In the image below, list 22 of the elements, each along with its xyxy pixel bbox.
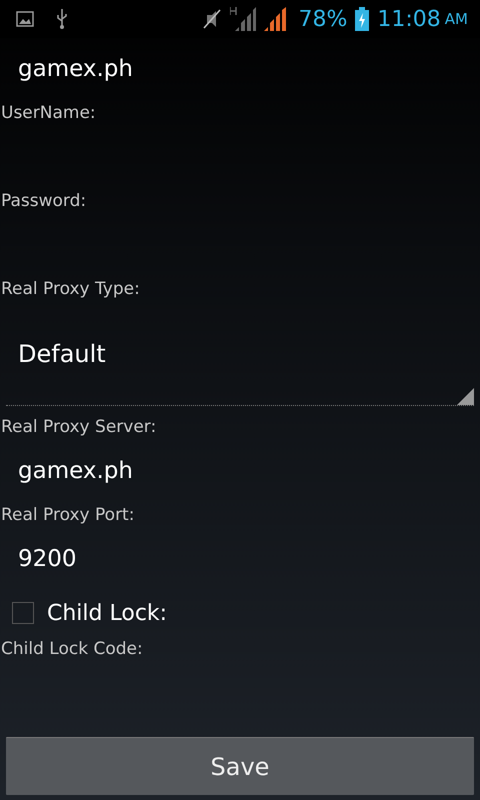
field-label: Real Proxy Port:	[0, 504, 136, 527]
field-label: Child Lock Code:	[0, 638, 144, 661]
field-label: Real Proxy Type:	[0, 278, 141, 301]
dropdown[interactable]: Default	[6, 302, 474, 406]
usb-icon	[56, 9, 68, 29]
checkbox-label: Child Lock:	[47, 600, 168, 626]
field-label: Real Proxy Server:	[0, 416, 158, 439]
battery-percentage: 78%	[298, 6, 348, 32]
field-label: Password:	[0, 190, 88, 213]
input-field[interactable]: gamex.ph	[0, 440, 480, 502]
battery-charging-icon	[355, 7, 370, 31]
signal-icon	[230, 7, 256, 31]
image-icon	[16, 11, 34, 27]
input-field[interactable]: 9200	[0, 528, 480, 590]
save-button[interactable]: Save	[6, 737, 474, 795]
checkbox[interactable]	[12, 602, 34, 624]
dropdown-corner-icon	[457, 388, 474, 405]
clock-meridiem: AM	[444, 10, 468, 28]
clock-time: 11:08	[377, 6, 441, 32]
mute-icon	[202, 9, 222, 29]
field-label: UserName:	[0, 102, 97, 125]
input-field[interactable]: gamex.ph	[0, 38, 480, 100]
